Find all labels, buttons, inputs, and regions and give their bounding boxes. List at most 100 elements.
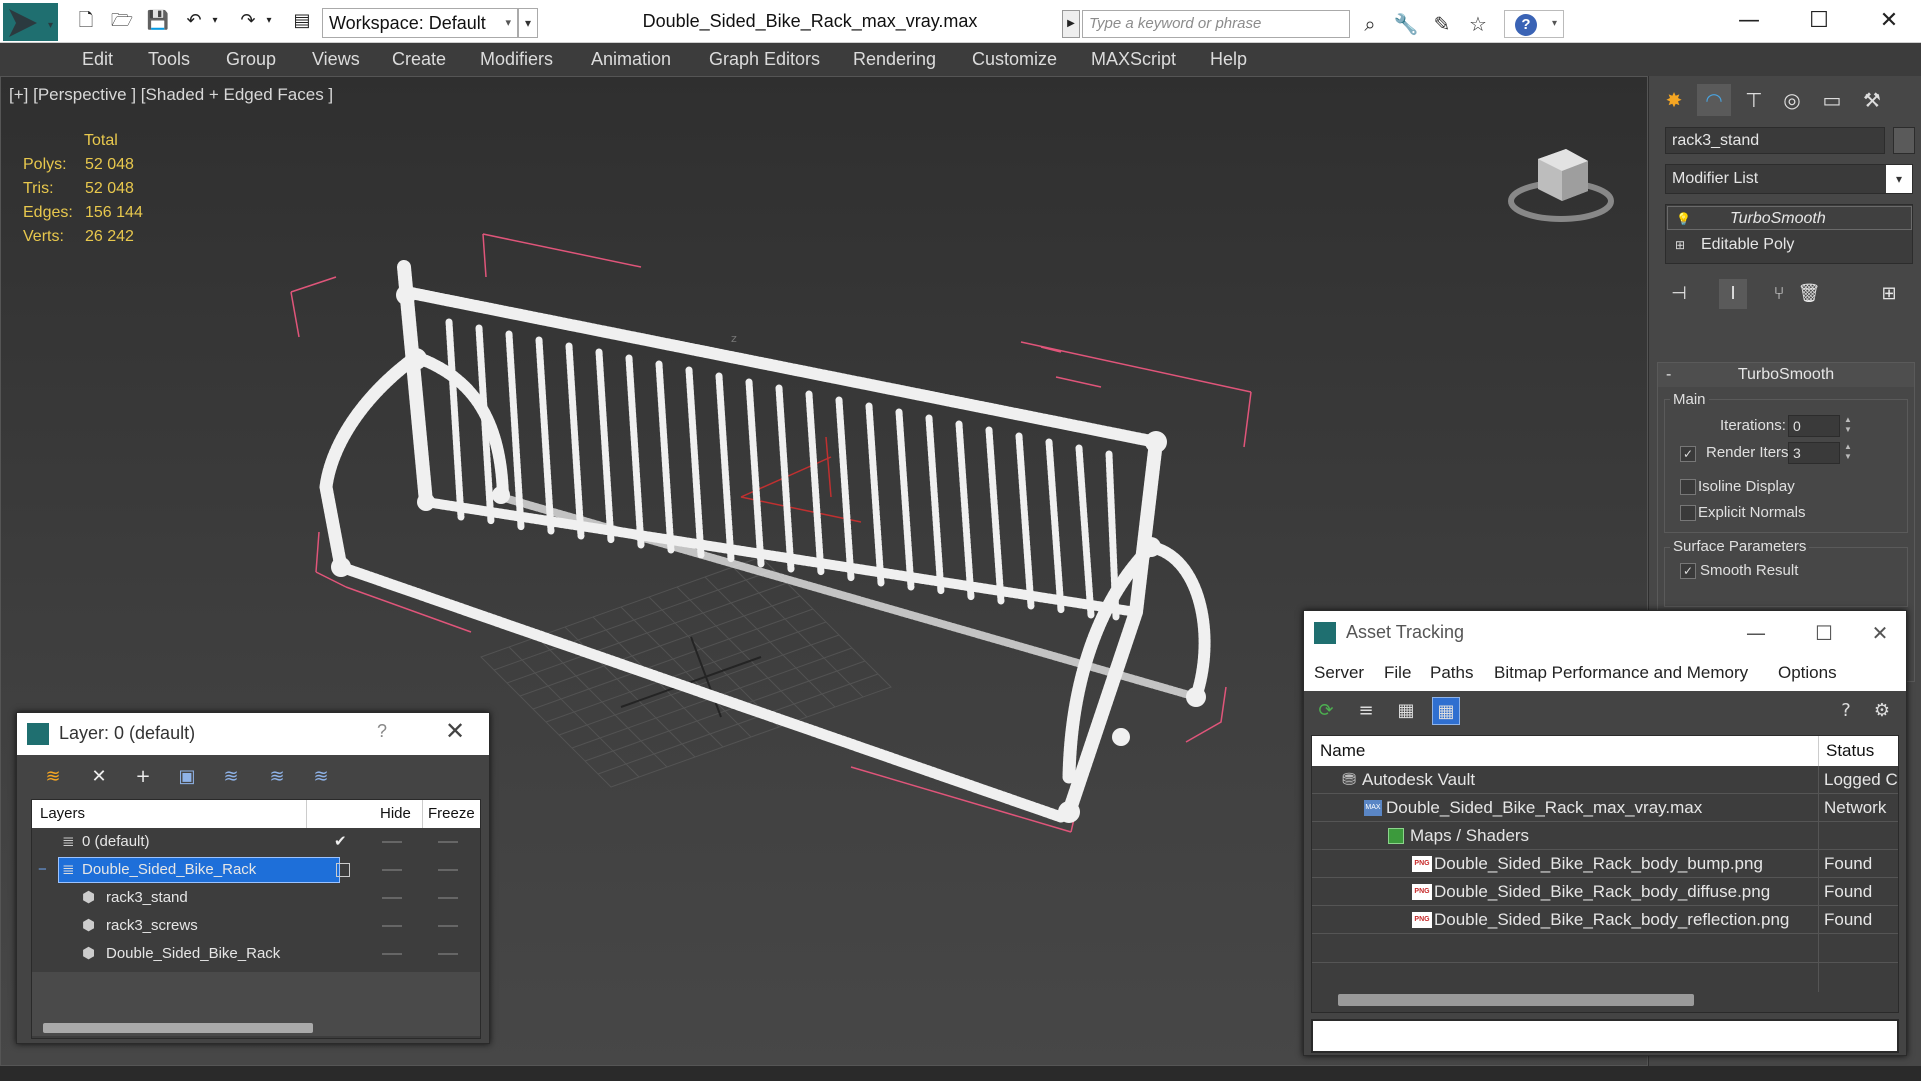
layer-row[interactable]: ⬢ Double_Sided_Bike_Rack xyxy=(32,940,480,968)
layer-row[interactable]: − ≣ Double_Sided_Bike_Rack xyxy=(32,856,480,884)
workspace-menu-button[interactable]: ▾ xyxy=(518,8,538,38)
search-input[interactable]: Type a keyword or phrase xyxy=(1082,10,1350,38)
asset-row[interactable]: MAX Double_Sided_Bike_Rack_max_vray.max … xyxy=(1312,794,1898,822)
rollout-header[interactable]: - TurboSmooth xyxy=(1658,363,1914,387)
column-name[interactable]: Name xyxy=(1320,736,1365,766)
asset-menu-bitmap-performance[interactable]: Bitmap Performance and Memory xyxy=(1494,655,1748,691)
tools-icon[interactable]: 🔧 xyxy=(1392,10,1420,38)
remove-modifier-icon[interactable]: 🗑 xyxy=(1795,279,1823,309)
hide-toggle[interactable] xyxy=(382,869,402,871)
sign-in-icon[interactable]: ✎ xyxy=(1428,10,1456,38)
set-current-box-icon[interactable] xyxy=(336,863,350,877)
new-file-icon[interactable]: 🗋 xyxy=(72,8,100,34)
render-iters-spinner[interactable]: 3 xyxy=(1788,442,1840,464)
maximize-icon[interactable]: ☐ xyxy=(1804,617,1844,649)
explicit-normals-checkbox[interactable] xyxy=(1680,505,1696,521)
hide-toggle[interactable] xyxy=(382,953,402,955)
layer-row[interactable]: ≣ 0 (default) ✔ xyxy=(32,828,480,856)
menu-edit[interactable]: Edit xyxy=(82,43,113,76)
minimize-icon[interactable]: — xyxy=(1736,617,1776,649)
create-tab-icon[interactable]: ✸ xyxy=(1657,84,1691,116)
refresh-icon[interactable]: ⟳ xyxy=(1312,697,1340,725)
close-icon[interactable]: ✕ xyxy=(445,717,465,745)
menu-rendering[interactable]: Rendering xyxy=(853,43,936,76)
layer-dialog-titlebar[interactable]: Layer: 0 (default) ? ✕ xyxy=(17,713,489,755)
hide-all-layers-icon[interactable]: ≋ xyxy=(263,763,291,791)
render-iters-checkbox[interactable]: ✓ xyxy=(1680,446,1696,462)
column-freeze[interactable]: Freeze xyxy=(428,800,475,828)
list-view-icon[interactable]: ≡ xyxy=(1352,697,1380,725)
current-layer-checkmark-icon[interactable]: ✔ xyxy=(334,828,347,856)
freeze-toggle[interactable] xyxy=(438,841,458,843)
pin-stack-icon[interactable]: ⊣ xyxy=(1665,279,1693,309)
help-icon[interactable]: ? xyxy=(377,721,387,742)
open-file-icon[interactable]: 🗁 xyxy=(108,8,136,34)
make-unique-icon[interactable]: ⑂ xyxy=(1765,279,1793,309)
menu-help[interactable]: Help xyxy=(1210,43,1247,76)
close-icon[interactable]: ✕ xyxy=(1854,2,1921,40)
smooth-result-checkbox[interactable]: ✓ xyxy=(1680,563,1696,579)
hide-toggle[interactable] xyxy=(382,925,402,927)
search-expand-icon[interactable]: ▶ xyxy=(1062,10,1080,38)
freeze-all-layers-icon[interactable]: ≋ xyxy=(307,763,335,791)
configure-sets-icon[interactable]: ⊞ xyxy=(1875,279,1903,309)
undo-dropdown-icon[interactable]: ▾ xyxy=(208,8,222,34)
modifier-list-dropdown[interactable]: Modifier List ▾ xyxy=(1665,164,1913,194)
redo-icon[interactable]: ↷ xyxy=(234,8,262,34)
object-name-field[interactable]: rack3_stand xyxy=(1665,127,1885,154)
redo-dropdown-icon[interactable]: ▾ xyxy=(262,8,276,34)
menu-maxscript[interactable]: MAXScript xyxy=(1091,43,1176,76)
delete-layer-icon[interactable]: ✕ xyxy=(85,763,113,791)
horizontal-scrollbar[interactable] xyxy=(43,1023,313,1033)
layer-row[interactable]: ⬢ rack3_stand xyxy=(32,884,480,912)
spinner-arrows-icon[interactable]: ▲ ▼ xyxy=(1842,415,1854,437)
show-end-result-icon[interactable]: I xyxy=(1719,279,1747,309)
spinner-arrows-icon[interactable]: ▲ ▼ xyxy=(1842,442,1854,464)
freeze-toggle[interactable] xyxy=(438,897,458,899)
display-tab-icon[interactable]: ▭ xyxy=(1815,84,1849,116)
thumbnail-view-icon[interactable]: ▦ xyxy=(1392,697,1420,725)
horizontal-scrollbar[interactable] xyxy=(1338,994,1694,1006)
column-hide[interactable]: Hide xyxy=(380,800,411,828)
help-button[interactable]: ? ▾ xyxy=(1504,10,1564,38)
asset-dialog-titlebar[interactable]: Asset Tracking — ☐ ✕ xyxy=(1304,611,1906,655)
vault-options-icon[interactable]: ⚙ xyxy=(1868,697,1896,725)
isoline-display-checkbox[interactable] xyxy=(1680,479,1696,495)
freeze-toggle[interactable] xyxy=(438,953,458,955)
asset-path-field[interactable] xyxy=(1311,1019,1899,1053)
asset-menu-server[interactable]: Server xyxy=(1314,655,1364,691)
close-icon[interactable]: ✕ xyxy=(1860,617,1900,649)
freeze-toggle[interactable] xyxy=(438,869,458,871)
new-layer-icon[interactable]: ≋ xyxy=(39,763,67,791)
hierarchy-tab-icon[interactable]: ⊤ xyxy=(1737,84,1771,116)
table-view-icon[interactable]: ▦ xyxy=(1432,697,1460,725)
asset-row[interactable]: Maps / Shaders xyxy=(1312,822,1898,850)
viewcube[interactable] xyxy=(1506,129,1616,229)
hide-toggle[interactable] xyxy=(382,841,402,843)
select-layer-icon[interactable]: ≋ xyxy=(217,763,245,791)
workspace-dropdown[interactable]: Workspace: Default ▾ xyxy=(322,8,518,38)
asset-row[interactable]: PNG Double_Sided_Bike_Rack_body_reflecti… xyxy=(1312,906,1898,934)
undo-icon[interactable]: ↶ xyxy=(180,8,208,34)
menu-graph-editors[interactable]: Graph Editors xyxy=(709,43,820,76)
modify-tab-icon[interactable]: ◠ xyxy=(1697,84,1731,116)
asset-menu-options[interactable]: Options xyxy=(1778,655,1837,691)
minimize-icon[interactable]: — xyxy=(1714,2,1784,40)
menu-customize[interactable]: Customize xyxy=(972,43,1057,76)
add-to-layer-icon[interactable]: + xyxy=(129,763,157,791)
menu-animation[interactable]: Animation xyxy=(591,43,671,76)
column-status[interactable]: Status xyxy=(1826,736,1874,766)
column-layers[interactable]: Layers xyxy=(40,800,85,828)
motion-tab-icon[interactable]: ◎ xyxy=(1775,84,1809,116)
app-menu-button[interactable]: ▾ xyxy=(3,3,58,41)
select-in-layer-icon[interactable]: ▣ xyxy=(173,763,201,791)
asset-menu-paths[interactable]: Paths xyxy=(1430,655,1473,691)
menu-create[interactable]: Create xyxy=(392,43,446,76)
menu-views[interactable]: Views xyxy=(312,43,360,76)
menu-modifiers[interactable]: Modifiers xyxy=(480,43,553,76)
collapse-toggle-icon[interactable]: − xyxy=(38,856,47,884)
hide-toggle[interactable] xyxy=(382,897,402,899)
layer-row[interactable]: ⬢ rack3_screws xyxy=(32,912,480,940)
save-file-icon[interactable]: 💾 xyxy=(144,8,172,34)
expand-plus-icon[interactable]: ⊞ xyxy=(1675,233,1689,257)
